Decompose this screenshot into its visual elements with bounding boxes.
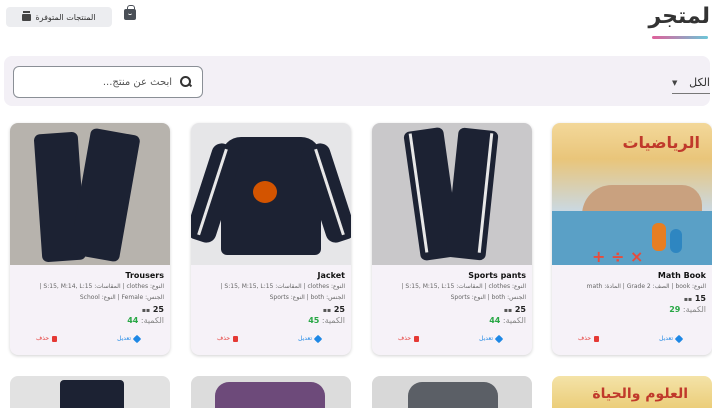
product-meta: النوع: clothes | المقاسات: S:15, M:14, L… [39, 283, 164, 290]
product-name: Jacket [317, 271, 345, 280]
book-cover-title: الرياضيات [622, 133, 700, 152]
product-name: Sports pants [468, 271, 526, 280]
edit-button[interactable]: تعديل [659, 334, 684, 343]
trash-icon [52, 335, 58, 342]
delete-button[interactable]: حذف [398, 335, 420, 342]
product-price: ▪▪ 25 [503, 305, 526, 314]
product-image: + ÷ × الرياضيات [552, 123, 712, 265]
store-icon [22, 10, 32, 21]
available-products-label: المنتجات المتوفرة [35, 12, 96, 22]
product-price: ▪▪ 15 [683, 294, 706, 303]
pencil-icon [313, 334, 323, 343]
product-price: ▪▪ 25 [141, 305, 164, 314]
product-card-polo-purple[interactable] [191, 376, 351, 408]
card-actions: تعديل حذف [10, 334, 170, 349]
book-cover-title: العلوم والحياة [592, 386, 688, 402]
edit-button[interactable]: تعديل [298, 334, 323, 343]
search-input[interactable]: ابحث عن منتج... [13, 66, 203, 98]
product-meta: النوع: book | الصف: Grade 2 | المادة: ma… [586, 283, 706, 290]
product-card-sports-pants[interactable]: Sports pants النوع: clothes | المقاسات: … [372, 123, 532, 355]
search-icon[interactable] [180, 76, 192, 88]
product-card-jacket[interactable]: Jacket النوع: clothes | المقاسات: S:15, … [191, 123, 351, 355]
product-image [191, 123, 351, 265]
product-name: Math Book [657, 271, 706, 280]
product-price: ▪▪ 25 [322, 305, 345, 314]
product-quantity: الكمية: 44 [127, 316, 164, 325]
search-placeholder: ابحث عن منتج... [102, 76, 172, 88]
delete-button[interactable]: حذف [578, 335, 600, 342]
page-title: لمتجر [648, 4, 710, 29]
product-meta: النوع: clothes | المقاسات: S:15, M:15, L… [401, 283, 526, 290]
product-name: Trousers [125, 271, 164, 280]
product-quantity: الكمية: 45 [308, 316, 345, 325]
trash-icon [233, 335, 239, 342]
product-quantity: الكمية: 29 [669, 305, 706, 314]
product-meta-2: الجنس: Female | النوع: School [79, 294, 164, 301]
available-products-button[interactable]: المنتجات المتوفرة [6, 7, 112, 27]
product-quantity: الكمية: 44 [489, 316, 526, 325]
header: المنتجات المتوفرة لمتجر [0, 0, 712, 48]
filter-bar: ابحث عن منتج... الكل ▼ [4, 56, 710, 106]
card-actions: تعديل حذف [552, 334, 712, 349]
pencil-icon [674, 334, 684, 343]
product-card-trousers[interactable]: Trousers النوع: clothes | المقاسات: S:15… [10, 123, 170, 355]
category-value: الكل [689, 76, 710, 89]
shopping-bag-icon[interactable] [124, 5, 136, 20]
pencil-icon [132, 334, 142, 343]
product-card-trousers-2[interactable] [10, 376, 170, 408]
delete-button[interactable]: حذف [36, 335, 58, 342]
product-card-math-book[interactable]: + ÷ × الرياضيات Math Book النوع: book | … [552, 123, 712, 355]
product-card-science-book[interactable]: العلوم والحياة [552, 376, 712, 408]
trash-icon [594, 335, 600, 342]
product-image [10, 123, 170, 265]
chevron-down-icon: ▼ [672, 78, 678, 87]
product-meta-2: الجنس: both | النوع: Sports [450, 294, 526, 301]
product-image [372, 123, 532, 265]
product-meta: النوع: clothes | المقاسات: S:15, M:15, L… [220, 283, 345, 290]
product-meta-2: الجنس: both | النوع: Sports [269, 294, 345, 301]
card-actions: تعديل حذف [191, 334, 351, 349]
pencil-icon [494, 334, 504, 343]
trash-icon [414, 335, 420, 342]
category-select[interactable]: الكل ▼ [672, 72, 710, 94]
product-card-polo-gray[interactable] [372, 376, 532, 408]
edit-button[interactable]: تعديل [479, 334, 504, 343]
card-actions: تعديل حذف [372, 334, 532, 349]
edit-button[interactable]: تعديل [117, 334, 142, 343]
delete-button[interactable]: حذف [217, 335, 239, 342]
title-underline [652, 36, 708, 39]
